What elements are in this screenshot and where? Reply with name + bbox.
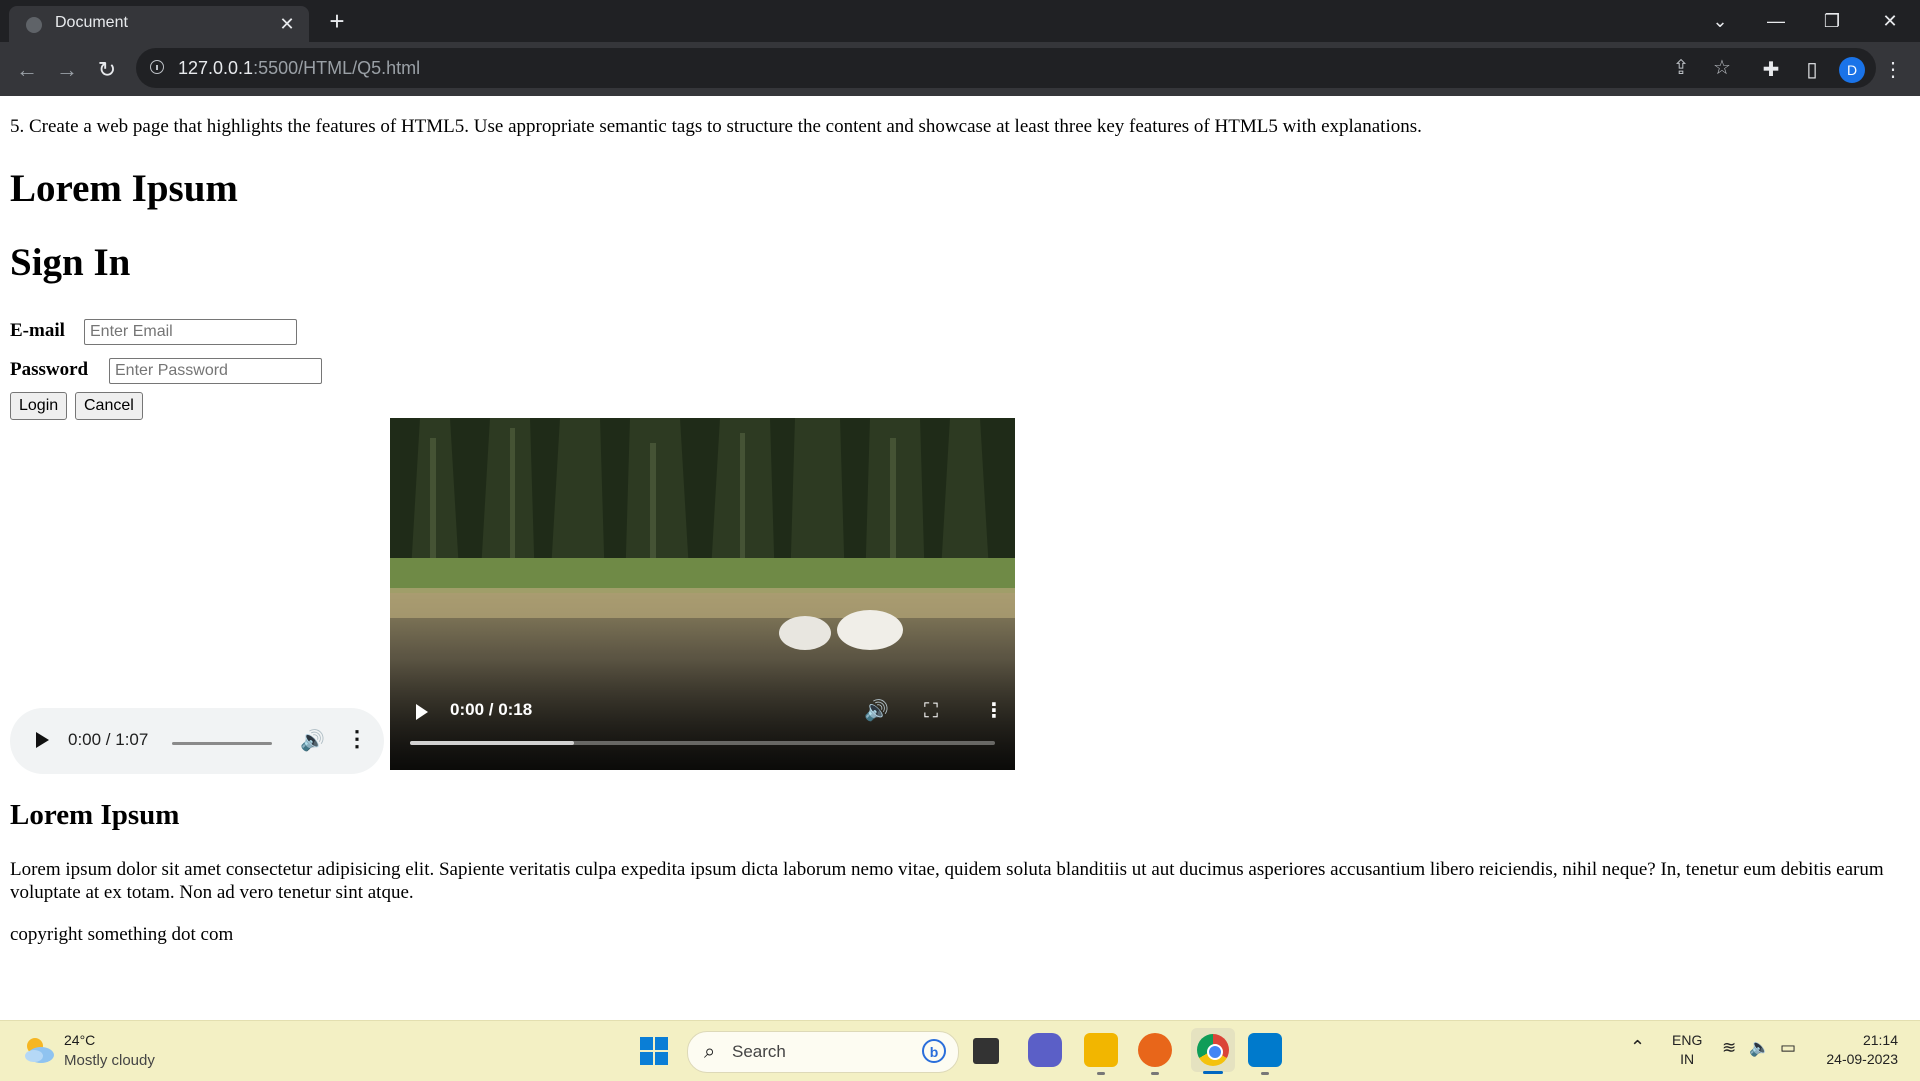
login-button[interactable]: Login xyxy=(10,392,68,420)
firefox-icon[interactable] xyxy=(1138,1033,1172,1075)
audio-time: 0:00 / 1:07 xyxy=(68,730,149,749)
region-code: IN xyxy=(1680,1051,1695,1067)
windows-taskbar: 24°C Mostly cloudy ⌕ Search b ⌃ ENG IN ≋… xyxy=(0,1020,1920,1081)
minimize-button[interactable]: — xyxy=(1756,6,1796,36)
file-explorer-icon[interactable] xyxy=(1084,1033,1118,1075)
side-panel-icon[interactable]: ▯ xyxy=(1797,55,1827,85)
browser-tab-strip: Document ✕ + ⌄ — ❐ ✕ xyxy=(0,0,1920,42)
extensions-icon[interactable]: ✚ xyxy=(1756,55,1786,85)
restore-button[interactable]: ❐ xyxy=(1812,6,1852,36)
language-code: ENG xyxy=(1672,1032,1703,1048)
video-time: 0:00 / 0:18 xyxy=(450,700,533,719)
clock-date: 24-09-2023 xyxy=(1826,1051,1898,1067)
tab-search-icon[interactable]: ⌄ xyxy=(1700,6,1740,36)
menu-kebab-icon[interactable]: ⋮ xyxy=(1878,55,1908,85)
weather-temperature: 24°C xyxy=(64,1032,96,1048)
input-language[interactable]: ENG IN xyxy=(1672,1031,1702,1069)
active-indicator xyxy=(1203,1071,1223,1074)
video-play-icon[interactable] xyxy=(416,704,428,720)
body-paragraph: Lorem ipsum dolor sit amet consectetur a… xyxy=(10,859,1884,903)
password-label: Password xyxy=(10,359,89,380)
back-icon[interactable]: ← xyxy=(12,55,42,85)
video-volume-icon[interactable]: 🔊 xyxy=(864,698,889,722)
weather-cloud-icon[interactable] xyxy=(22,1035,56,1065)
chrome-center-icon xyxy=(1207,1044,1223,1060)
profile-avatar[interactable]: D xyxy=(1839,57,1865,83)
cancel-button[interactable]: Cancel xyxy=(75,392,143,420)
forward-icon[interactable]: → xyxy=(52,55,82,85)
show-hidden-icons-chevron[interactable]: ⌃ xyxy=(1630,1037,1645,1058)
search-icon: ⌕ xyxy=(704,1041,716,1063)
search-label: Search xyxy=(732,1042,786,1061)
email-label: E-mail xyxy=(10,320,65,341)
wifi-icon[interactable]: ≋ xyxy=(1722,1038,1736,1058)
intro-text: 5. Create a web page that highlights the… xyxy=(10,116,1422,137)
video-player[interactable]: 0:00 / 0:18 🔊 ⛶ ⋮ xyxy=(390,418,1015,770)
audio-player: 0:00 / 1:07 🔊 ⋮ xyxy=(10,708,384,774)
windows-start-icon[interactable] xyxy=(640,1037,668,1065)
teams-chat-icon[interactable] xyxy=(1028,1033,1062,1067)
clock[interactable]: 21:14 24-09-2023 xyxy=(1826,1031,1898,1069)
audio-more-icon[interactable]: ⋮ xyxy=(346,726,368,752)
new-tab-button[interactable]: + xyxy=(321,8,353,36)
volume-icon[interactable]: 🔊 xyxy=(300,728,325,753)
close-tab-icon[interactable]: ✕ xyxy=(275,12,299,36)
clock-time: 21:14 xyxy=(1862,1032,1898,1048)
address-bar[interactable]: 127.0.0.1:5500/HTML/Q5.html ⇪ ☆ xyxy=(136,48,1876,88)
bing-icon[interactable]: b xyxy=(922,1039,946,1063)
email-field[interactable] xyxy=(84,319,297,345)
globe-icon xyxy=(26,17,42,33)
audio-seek-bar[interactable] xyxy=(172,742,272,745)
video-more-icon[interactable]: ⋮ xyxy=(984,698,1004,722)
tab-title: Document xyxy=(55,14,128,31)
taskbar-search[interactable]: ⌕ Search b xyxy=(687,1031,959,1073)
footer-text: copyright something dot com xyxy=(10,924,234,945)
page-content: 5. Create a web page that highlights the… xyxy=(0,96,1920,1020)
speaker-icon[interactable]: 🔈 xyxy=(1749,1038,1770,1058)
reload-icon[interactable]: ↻ xyxy=(92,55,122,85)
close-window-button[interactable]: ✕ xyxy=(1870,6,1910,36)
section-heading: Lorem Ipsum xyxy=(10,799,180,831)
battery-icon[interactable]: ▭ xyxy=(1780,1038,1796,1058)
page-title: Lorem Ipsum xyxy=(10,167,238,210)
weather-description: Mostly cloudy xyxy=(64,1052,155,1069)
fullscreen-icon[interactable]: ⛶ xyxy=(924,698,938,722)
url-text: 127.0.0.1:5500/HTML/Q5.html xyxy=(178,58,421,78)
chrome-taskbar-button[interactable] xyxy=(1191,1028,1235,1074)
vscode-icon[interactable] xyxy=(1248,1033,1282,1075)
task-view-icon[interactable] xyxy=(973,1038,999,1064)
site-info-icon[interactable] xyxy=(150,60,164,74)
browser-toolbar: ← → ↻ 127.0.0.1:5500/HTML/Q5.html ⇪ ☆ ✚ … xyxy=(0,42,1920,96)
audio-play-icon[interactable] xyxy=(36,732,49,748)
browser-tab[interactable]: Document ✕ xyxy=(9,6,309,42)
bookmark-star-icon[interactable]: ☆ xyxy=(1707,53,1737,83)
signin-heading: Sign In xyxy=(10,241,131,284)
video-buffered-range xyxy=(410,741,574,745)
password-field[interactable] xyxy=(109,358,322,384)
share-icon[interactable]: ⇪ xyxy=(1666,53,1696,83)
video-seek-bar[interactable] xyxy=(410,741,995,745)
